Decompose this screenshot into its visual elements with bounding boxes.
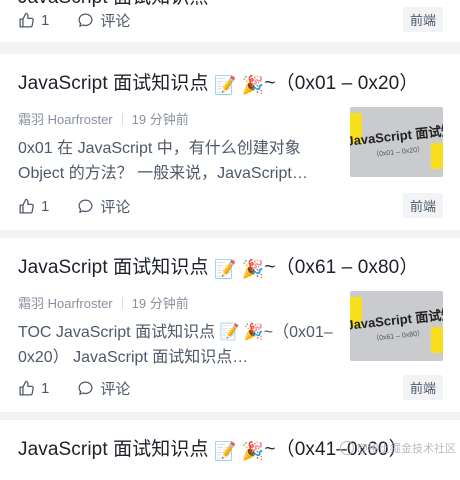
thumbnail-title: JavaScript 面试知识 (350, 121, 443, 149)
comment-bubble-icon (78, 381, 93, 395)
article-title-text: JavaScript 面试知识点 (18, 257, 209, 278)
watermark-text: @稀土掘金技术社区 (356, 443, 456, 455)
like-count: 1 (41, 380, 50, 397)
comment-label: 评论 (100, 381, 131, 398)
article-thumbnail[interactable]: JavaScript 面试知识 （0x61 – 0x80） (350, 291, 443, 361)
memo-emoji-icon: 📝 (213, 259, 237, 279)
like-button[interactable]: 1 (18, 198, 49, 215)
article-title-text: JavaScript 面试知识点 (18, 439, 209, 460)
thumbnail-js-badge (431, 327, 443, 353)
article-title-text: JavaScript 面试知识点 (18, 73, 209, 94)
thumbs-up-icon (19, 380, 34, 396)
article-title-range: ~（0x61 – 0x80） (264, 257, 419, 278)
publish-time: 19 分钟前 (131, 112, 189, 127)
comment-button[interactable]: 评论 (77, 10, 130, 31)
category-tag[interactable]: 前端 (402, 193, 443, 218)
like-count: 1 (41, 198, 50, 215)
article-meta: 霜羽 Hoarfroster 19 分钟前 (18, 293, 189, 312)
party-popper-emoji-icon: 🎉 (241, 75, 265, 95)
article-meta: 霜羽 Hoarfroster 19 分钟前 (18, 109, 189, 128)
like-count: 1 (41, 12, 50, 29)
comment-bubble-icon (78, 199, 93, 213)
comment-button[interactable]: 评论 (77, 196, 130, 217)
article-title[interactable]: JavaScript 面试知识点 📝 🎉~（0x61 – 0x80） (18, 252, 452, 280)
thumbs-up-icon (19, 198, 34, 214)
juejin-logo-icon (339, 441, 354, 455)
memo-emoji-icon: 📝 (213, 75, 237, 95)
meta-divider (121, 296, 123, 309)
article-thumbnail[interactable]: JavaScript 面试知识 （0x01 – 0x20） (350, 107, 443, 177)
publish-time: 19 分钟前 (131, 296, 189, 311)
party-popper-emoji-icon: 🎉 (241, 259, 265, 279)
article-excerpt[interactable]: 0x01 在 JavaScript 中，有什么创建对象 Object 的方法？ … (18, 136, 336, 186)
author-name[interactable]: 霜羽 Hoarfroster (18, 293, 113, 312)
article-card[interactable]: JavaScript 面试知识点 1 评论 前端 (0, 0, 460, 42)
thumbnail-subtitle: （0x01 – 0x20） (371, 146, 425, 159)
comment-button[interactable]: 评论 (77, 378, 130, 399)
article-title[interactable]: JavaScript 面试知识点 (18, 0, 452, 9)
category-tag[interactable]: 前端 (402, 7, 443, 32)
category-tag[interactable]: 前端 (402, 375, 443, 400)
memo-emoji-icon: 📝 (213, 441, 237, 461)
like-button[interactable]: 1 (18, 380, 49, 397)
author-name[interactable]: 霜羽 Hoarfroster (18, 109, 113, 128)
comment-label: 评论 (100, 13, 131, 30)
comment-bubble-icon (78, 13, 93, 27)
article-actions: 1 评论 (18, 196, 158, 217)
article-title-range: ~（0x01 – 0x20） (264, 73, 419, 94)
article-actions: 1 评论 (18, 378, 158, 399)
thumbnail-title: JavaScript 面试知识 (350, 305, 443, 333)
article-excerpt[interactable]: TOC JavaScript 面试知识点 📝 🎉~（0x01–0x20） Jav… (18, 320, 336, 370)
article-card[interactable]: JavaScript 面试知识点 📝 🎉~（0x01 – 0x20） 霜羽 Ho… (0, 54, 460, 230)
meta-divider (121, 112, 123, 125)
thumbnail-js-badge (431, 143, 443, 169)
comment-label: 评论 (100, 199, 131, 216)
article-title[interactable]: JavaScript 面试知识点 📝 🎉~（0x01 – 0x20） (18, 68, 452, 96)
like-button[interactable]: 1 (18, 12, 49, 29)
party-popper-emoji-icon: 🎉 (241, 441, 265, 461)
article-card[interactable]: JavaScript 面试知识点 📝 🎉~（0x61 – 0x80） 霜羽 Ho… (0, 238, 460, 412)
thumbs-up-icon (19, 12, 34, 28)
article-actions: 1 评论 (18, 10, 158, 31)
watermark: @稀土掘金技术社区 (339, 440, 456, 456)
thumbnail-subtitle: （0x61 – 0x80） (371, 330, 425, 343)
